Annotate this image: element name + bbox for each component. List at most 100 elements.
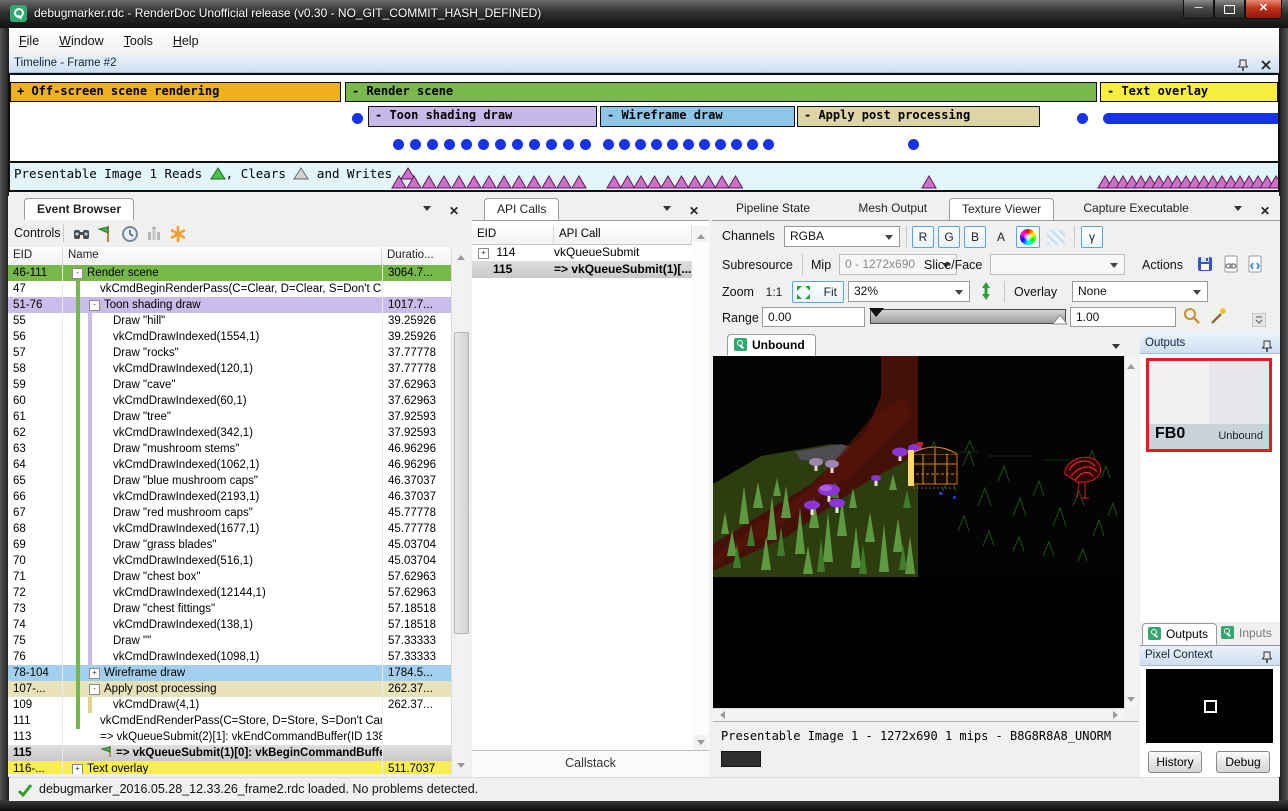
event-row[interactable]: 57Draw "rocks"37.77778 <box>8 345 452 361</box>
expand-icon[interactable]: + <box>89 668 100 679</box>
viewport-hscrollbar[interactable] <box>713 708 1125 722</box>
tab-pipeline-state[interactable]: Pipeline State <box>724 198 822 220</box>
write-markers-group[interactable] <box>921 175 952 189</box>
event-row[interactable]: 59Draw "cave"37.62963 <box>8 377 452 393</box>
event-row[interactable]: 69Draw "grass blades"45.03704 <box>8 537 452 553</box>
timeline-marker-bar[interactable]: - Toon shading draw <box>368 106 597 127</box>
column-header[interactable]: EID <box>472 226 554 244</box>
draw-event-dot[interactable] <box>410 139 421 150</box>
range-min-field[interactable]: 0.00 <box>762 307 865 327</box>
draw-event-dot[interactable] <box>352 113 363 124</box>
callstack-section[interactable]: Callstack <box>472 750 709 777</box>
debug-button[interactable]: Debug <box>1216 751 1270 773</box>
bookmark-flag-icon[interactable] <box>96 224 116 244</box>
draw-event-dot[interactable] <box>393 139 404 150</box>
histogram-wand-icon[interactable] <box>1208 306 1228 326</box>
channels-select[interactable]: RGBA <box>784 226 900 247</box>
toolbar-overflow-icon[interactable] <box>1252 313 1266 327</box>
expand-icon[interactable]: + <box>72 764 83 774</box>
scroll-down-icon[interactable] <box>693 735 708 751</box>
close-button[interactable]: ✕ <box>1245 0 1282 19</box>
event-table-header[interactable]: EIDNameDuratio... <box>8 247 452 266</box>
maximize-button[interactable] <box>1214 0 1245 19</box>
draw-event-dot[interactable] <box>667 139 678 150</box>
event-row[interactable]: 111vkCmdEndRenderPass(C=Store, D=Store, … <box>8 713 452 729</box>
event-row[interactable]: 116-...+Text overlay511.7037 <box>8 761 452 774</box>
timeline-marker-bar[interactable]: - Apply post processing <box>797 106 1040 127</box>
draw-event-dot[interactable] <box>478 139 489 150</box>
event-row[interactable]: 115=> vkQueueSubmit(1)[0]: vkBeginComman… <box>8 745 452 761</box>
draw-event-dot[interactable] <box>461 139 472 150</box>
timeline-dock-header[interactable]: Timeline - Frame #2 <box>9 55 1279 73</box>
menu-tools[interactable]: Tools <box>114 28 163 54</box>
api-table-header[interactable]: EIDAPI Call <box>472 226 692 245</box>
column-header[interactable]: Name <box>63 247 382 265</box>
scroll-down-icon[interactable] <box>453 758 468 774</box>
event-row[interactable]: 74vkCmdDrawIndexed(138,1)57.18518 <box>8 617 452 633</box>
open-link-icon[interactable] <box>1221 254 1241 274</box>
api-scrollbar[interactable] <box>692 226 709 751</box>
event-row[interactable]: 107-...-Apply post processing262.37... <box>8 681 452 697</box>
collapse-icon[interactable]: - <box>72 268 83 279</box>
timing-clock-icon[interactable] <box>120 224 140 244</box>
draw-event-dot[interactable] <box>619 139 630 150</box>
event-row[interactable]: 63Draw "mushroom stems"46.96296 <box>8 441 452 457</box>
tab-api-calls[interactable]: API Calls <box>484 198 559 220</box>
draw-event-dot[interactable] <box>603 139 614 150</box>
pin-icon[interactable] <box>1260 650 1274 664</box>
event-row[interactable]: 71Draw "chest box"57.62963 <box>8 569 452 585</box>
scroll-up-icon[interactable] <box>693 226 708 242</box>
white-point-handle[interactable] <box>1052 315 1068 325</box>
menu-window[interactable]: Window <box>49 28 113 54</box>
pixel-context-canvas[interactable] <box>1146 669 1273 743</box>
event-row[interactable]: 66vkCmdDrawIndexed(2193,1)46.37037 <box>8 489 452 505</box>
close-panel-icon[interactable]: ✕ <box>689 204 699 218</box>
flip-y-icon[interactable] <box>976 281 996 301</box>
draw-event-dot[interactable] <box>546 139 557 150</box>
write-markers-group[interactable] <box>606 175 757 189</box>
event-row[interactable]: 78-104+Wireframe draw1784.5... <box>8 665 452 681</box>
draw-event-dot[interactable] <box>747 139 758 150</box>
timeline-marker-bar[interactable]: - Render scene <box>345 82 1097 102</box>
event-row[interactable]: 70vkCmdDrawIndexed(516,1)45.03704 <box>8 553 452 569</box>
range-slider[interactable] <box>870 309 1066 324</box>
overlay-select[interactable]: None <box>1072 281 1208 302</box>
range-max-field[interactable]: 1.00 <box>1070 307 1176 327</box>
dock-menu-icon[interactable] <box>1234 206 1242 215</box>
expand-icon[interactable]: + <box>478 248 489 259</box>
draw-event-dot[interactable] <box>715 139 726 150</box>
draw-event-dot[interactable] <box>683 139 694 150</box>
draw-event-dot[interactable] <box>529 139 540 150</box>
event-row[interactable]: 113=> vkQueueSubmit(2)[1]: vkEndCommandB… <box>8 729 452 745</box>
pixel-context-header[interactable]: Pixel Context <box>1140 646 1280 666</box>
tab-capture-executable[interactable]: Capture Executable <box>1071 198 1200 220</box>
draw-event-dot[interactable] <box>731 139 742 150</box>
close-panel-icon[interactable]: ✕ <box>1260 204 1270 218</box>
draw-event-dot[interactable] <box>635 139 646 150</box>
channel-red-button[interactable]: R <box>912 226 934 248</box>
channel-blue-button[interactable]: B <box>964 226 986 248</box>
event-row[interactable]: 109vkCmdDraw(4,1)262.37... <box>8 697 452 713</box>
alpha-checker-button[interactable] <box>1044 226 1068 248</box>
minimize-button[interactable]: ─ <box>1183 0 1214 19</box>
collapse-icon[interactable]: - <box>89 300 100 311</box>
event-row[interactable]: 56vkCmdDrawIndexed(1554,1)39.25926 <box>8 329 452 345</box>
api-call-row[interactable]: 115=> vkQueueSubmit(1)[... <box>472 261 692 278</box>
output-fb0-thumbnail[interactable]: FB0 Unbound <box>1146 358 1272 452</box>
tab-inputs[interactable]: Inputs <box>1216 623 1280 645</box>
texture-list-icon[interactable] <box>1112 344 1120 353</box>
draw-event-dot[interactable] <box>763 139 774 150</box>
dock-menu-icon[interactable] <box>423 206 431 215</box>
view-code-icon[interactable] <box>1245 254 1265 274</box>
zoom-fit-button[interactable]: Fit <box>792 281 844 303</box>
column-header[interactable]: API Call <box>554 226 692 244</box>
channel-green-button[interactable]: G <box>938 226 960 248</box>
event-row[interactable]: 62vkCmdDrawIndexed(342,1)37.92593 <box>8 425 452 441</box>
draw-event-dot[interactable] <box>495 139 506 150</box>
write-markers-group[interactable] <box>1097 175 1280 189</box>
collapse-icon[interactable]: - <box>89 684 100 695</box>
scrollbar-thumb[interactable] <box>454 332 469 634</box>
columns-icon-disabled[interactable] <box>144 224 164 244</box>
event-row[interactable]: 73Draw "chest fittings"57.18518 <box>8 601 452 617</box>
draw-event-dot[interactable] <box>563 139 574 150</box>
